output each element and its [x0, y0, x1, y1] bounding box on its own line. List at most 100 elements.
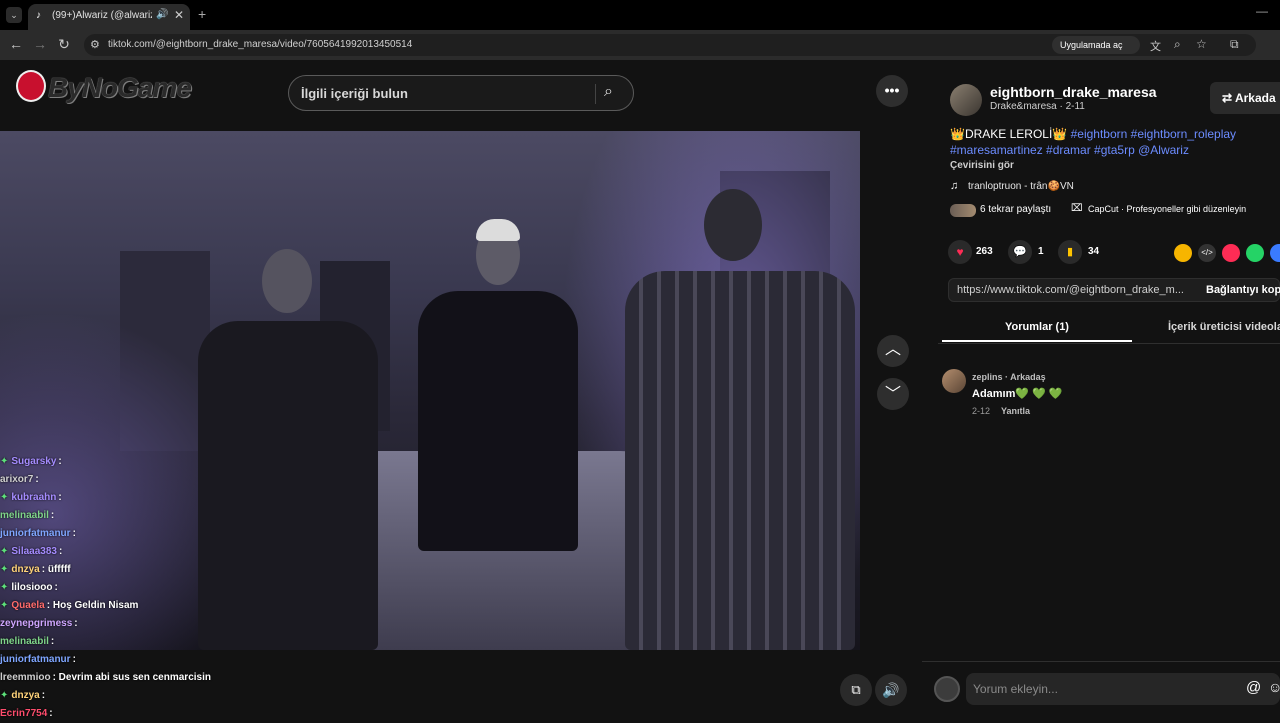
forward-icon[interactable]: → [32, 36, 48, 52]
search-box[interactable]: İlgili içeriği bulun ⌕ [288, 75, 634, 111]
more-options-button[interactable]: ••• [876, 75, 908, 107]
tiktok-favicon-icon: ♪ [36, 10, 41, 21]
author-avatar[interactable] [950, 84, 982, 116]
tab-comments[interactable]: Yorumlar (1) [942, 312, 1132, 342]
back-icon[interactable]: ← [8, 36, 24, 52]
new-tab-icon[interactable]: + [198, 6, 206, 22]
open-in-app-button[interactable]: Uygulamada aç [1052, 36, 1140, 54]
chat-message: ✦ Sugarsky: [0, 453, 260, 471]
chat-username: arixor7 [0, 474, 34, 485]
comment-input-box[interactable]: Yorum ekleyin... @ ☺ [966, 673, 1280, 705]
save-button[interactable]: ▮ [1058, 240, 1082, 264]
chat-username: juniorfatmanur [0, 654, 71, 665]
caption-hashtags-line2[interactable]: #maresamartinez #dramar #gta5rp @Alwariz [950, 143, 1189, 157]
reposts-count[interactable]: 6 tekrar paylaştı [980, 204, 1051, 215]
chat-text: : [74, 618, 78, 629]
translate-icon[interactable]: 文 [1150, 38, 1161, 54]
extensions-icon[interactable]: ⧉ [1230, 37, 1239, 52]
chat-text: : [72, 654, 76, 665]
mention-icon[interactable]: @ [1246, 679, 1261, 696]
caption-hashtags-line1[interactable]: #eightborn #eightborn_roleplay [1071, 127, 1236, 141]
chat-text: : [58, 456, 62, 467]
chat-text: : Hoş Geldin Nisam [46, 600, 139, 611]
chat-text: : üfffff [41, 564, 71, 575]
browser-tab-bar: ⌄ ♪ (99+)Alwariz (@alwariz_) | T 🔊 ✕ + — [0, 0, 1280, 30]
comment-input[interactable]: Yorum ekleyin... [973, 682, 1058, 696]
comment-button[interactable]: 💬 [1008, 240, 1032, 264]
emoji-icon[interactable]: ☺ [1268, 679, 1280, 695]
share-bitcoin-icon[interactable] [1174, 244, 1192, 262]
chevron-up-icon: ︿ [884, 341, 901, 358]
reload-icon[interactable]: ↻ [56, 36, 72, 53]
next-video-button[interactable]: ﹀ [877, 378, 909, 410]
chat-message: ✦ kubraahn: [0, 489, 260, 507]
chat-message: ✦ Quaela: Hoş Geldin Nisam [0, 597, 260, 615]
commenter-avatar[interactable] [942, 369, 966, 393]
capcut-icon: ⌧ [1071, 203, 1083, 214]
share-more-icon[interactable] [1270, 244, 1280, 262]
bookmark-star-icon[interactable]: ☆ [1196, 37, 1207, 51]
see-translation-link[interactable]: Çevirisini gör [950, 160, 1014, 171]
chat-username: lilosiooo [11, 582, 53, 593]
chat-username: zeynepgrimess [0, 618, 73, 629]
video-figure-right [625, 271, 855, 650]
chat-username: Sugarsky [11, 456, 57, 467]
chat-badge-icon: ✦ [0, 600, 9, 611]
comment-count: 1 [1038, 246, 1044, 257]
search-icon[interactable]: ⌕ [604, 83, 613, 101]
chat-message: ✦ dnzya: üfffff [0, 561, 260, 579]
friends-button[interactable]: ⇄ Arkada [1210, 82, 1280, 114]
chat-text: : [54, 582, 58, 593]
caption-text: 👑DRAKE LEROLİ👑 [950, 127, 1071, 141]
url-field[interactable]: ⚙ tiktok.com/@eightborn_drake_maresa/vid… [84, 34, 1256, 56]
close-tab-icon[interactable]: ✕ [174, 8, 184, 22]
video-link[interactable]: https://www.tiktok.com/@eightborn_drake_… [957, 284, 1184, 296]
video-figure-left-head [262, 249, 312, 313]
music-note-icon: ♫ [950, 180, 959, 192]
browser-tab[interactable]: ♪ (99+)Alwariz (@alwariz_) | T 🔊 ✕ [28, 4, 190, 30]
copy-link-button[interactable]: Bağlantıyı kop [1206, 284, 1280, 296]
embed-icon[interactable]: </> [1198, 244, 1216, 262]
volume-button[interactable]: 🔊 [875, 674, 907, 706]
chat-username: lreemmioo [0, 672, 51, 683]
chat-badge-icon: ✦ [0, 456, 9, 467]
whatsapp-icon[interactable] [1246, 244, 1264, 262]
search-input[interactable]: İlgili içeriği bulun [301, 86, 408, 101]
comment-date: 2-12 [972, 406, 991, 416]
video-figure-right-head [704, 189, 762, 261]
chat-message: melinaabil: [0, 633, 260, 651]
chevron-down-icon: ﹀ [884, 386, 901, 403]
minimize-icon[interactable]: — [1256, 4, 1268, 18]
chat-text: : Devrim abi sus sen cenmarcisin [52, 672, 211, 683]
tab-creator-videos-label: İçerik üreticisi videoları [1168, 321, 1280, 333]
chat-text: : [50, 510, 55, 521]
music-title[interactable]: tranloptruon - trân🍪VN [968, 181, 1074, 192]
previous-video-button[interactable]: ︿ [877, 335, 909, 367]
tab-creator-videos[interactable]: İçerik üreticisi videoları [1168, 312, 1280, 342]
zoom-icon[interactable]: ⌕ [1174, 37, 1181, 52]
friends-icon: ⇄ [1222, 91, 1235, 105]
reply-link[interactable]: Yanıtla [1001, 406, 1030, 416]
picture-in-picture-button[interactable]: ⧉ [840, 674, 872, 706]
chat-badge-icon: ✦ [0, 582, 9, 593]
comment-bubble-icon: 💬 [1013, 246, 1027, 258]
speaker-icon: 🔊 [156, 9, 169, 20]
comment-author[interactable]: zeplins · Arkadaş [972, 372, 1046, 382]
like-button[interactable]: ♥ [948, 240, 972, 264]
chat-badge-icon: ✦ [0, 690, 9, 701]
comment-text: Adamım💚 💚 💚 [972, 388, 1063, 400]
chat-text: : [50, 636, 55, 647]
author-username[interactable]: eightborn_drake_maresa [990, 84, 1157, 100]
tab-list-icon[interactable]: ⌄ [6, 7, 22, 23]
site-info-icon[interactable]: ⚙ [90, 38, 100, 51]
chat-message: arixor7: [0, 471, 260, 489]
chat-text: : [41, 690, 46, 701]
chat-username: dnzya [11, 690, 40, 701]
capcut-promo[interactable]: CapCut · Profesyoneller gibi düzenleyin [1088, 204, 1246, 214]
share-send-icon[interactable] [1222, 244, 1240, 262]
author-subtitle: Drake&maresa · 2-11 [990, 101, 1085, 112]
chat-text: : [58, 492, 62, 503]
chat-username: melinaabil [0, 636, 49, 647]
stream-chat-overlay: ✦ Sugarsky: arixor7: ✦ kubraahn: melinaabil: j… [0, 453, 260, 723]
video-figure-center-cap [476, 219, 520, 241]
